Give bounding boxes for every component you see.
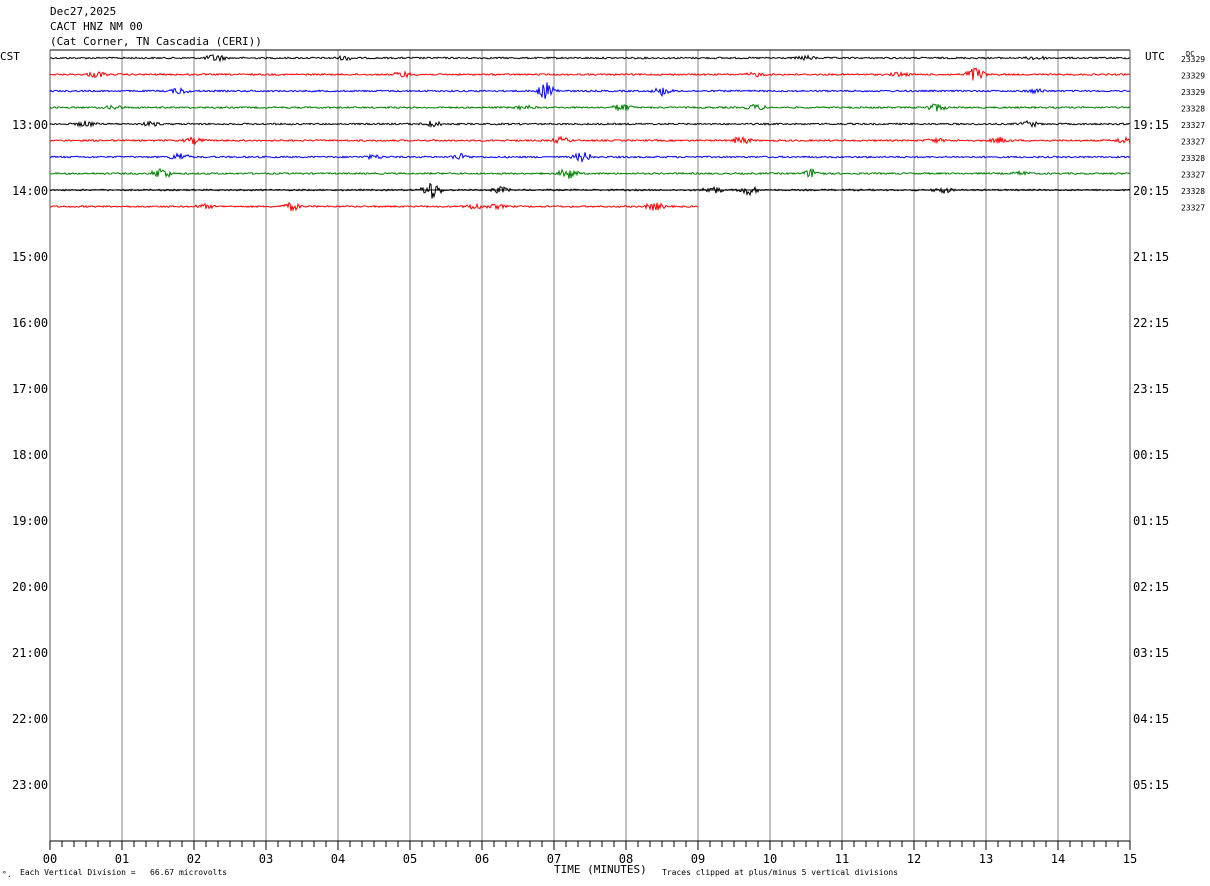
x-axis-title: TIME (MINUTES) [554, 863, 647, 876]
dc-offset-label-9: 23327 [1181, 204, 1205, 213]
vertical-division-note: Each Vertical Division = 66.67 microvolt… [20, 868, 228, 877]
x-tick-label: 05 [403, 852, 417, 866]
left-hour-label: 21:00 [12, 646, 48, 660]
trace-row-4 [49, 119, 1131, 129]
right-hour-label: 00:15 [1133, 448, 1169, 462]
x-tick-label: 11 [835, 852, 849, 866]
trace-row-7 [49, 167, 1131, 179]
left-hour-label: 17:00 [12, 382, 48, 396]
x-tick-label: 10 [763, 852, 777, 866]
right-hour-label: 22:15 [1133, 316, 1169, 330]
left-hour-label: 19:00 [12, 514, 48, 528]
corner-mark: °. [2, 870, 12, 879]
x-tick-label: 03 [259, 852, 273, 866]
left-hour-label: 14:00 [12, 184, 48, 198]
left-hour-label: 22:00 [12, 712, 48, 726]
trace-row-2 [49, 82, 1131, 99]
right-hour-label: 23:15 [1133, 382, 1169, 396]
trace-row-9 [49, 201, 699, 212]
right-hour-label: 03:15 [1133, 646, 1169, 660]
dc-offset-label-7: 23327 [1181, 171, 1205, 180]
dc-offset-label-8: 23328 [1181, 187, 1205, 196]
trace-row-0 [49, 54, 1131, 63]
dc-offset-label-4: 23327 [1181, 121, 1205, 130]
x-tick-label: 13 [979, 852, 993, 866]
right-hour-label: 05:15 [1133, 778, 1169, 792]
left-hour-label: 20:00 [12, 580, 48, 594]
dc-offset-label-2: 23329 [1181, 88, 1205, 97]
right-hour-label: 02:15 [1133, 580, 1169, 594]
x-tick-label: 01 [115, 852, 129, 866]
right-hour-label: 21:15 [1133, 250, 1169, 264]
x-tick-label: 15 [1123, 852, 1137, 866]
trace-row-5 [49, 135, 1131, 146]
x-tick-label: 12 [907, 852, 921, 866]
dc-offset-label-3: 23328 [1181, 105, 1205, 114]
left-hour-label: 16:00 [12, 316, 48, 330]
x-tick-label: 14 [1051, 852, 1065, 866]
x-tick-label: 06 [475, 852, 489, 866]
helicorder-plot: 23329 23329 23329 23328 23327 23327 23328 23327… [12, 49, 1205, 866]
left-hour-label: 23:00 [12, 778, 48, 792]
trace-row-3 [49, 103, 1131, 112]
left-hour-label: 18:00 [12, 448, 48, 462]
left-hour-label: 13:00 [12, 118, 48, 132]
x-tick-label: 00 [43, 852, 57, 866]
right-hour-label: 20:15 [1133, 184, 1169, 198]
clip-note: Traces clipped at plus/minus 5 vertical … [662, 868, 899, 877]
trace-row-6 [49, 152, 1131, 164]
dc-offset-label-1: 23329 [1181, 72, 1205, 81]
right-hour-label: 04:15 [1133, 712, 1169, 726]
trace-row-1 [49, 67, 1131, 81]
left-hour-label: 15:00 [12, 250, 48, 264]
x-tick-label: 02 [187, 852, 201, 866]
dc-offset-label-6: 23328 [1181, 154, 1205, 163]
x-tick-label: 09 [691, 852, 705, 866]
trace-row-8 [49, 182, 1130, 199]
dc-offset-label-0: 23329 [1181, 55, 1205, 64]
right-hour-label: 19:15 [1133, 118, 1169, 132]
dc-offset-label-5: 23327 [1181, 138, 1205, 147]
right-hour-label: 01:15 [1133, 514, 1169, 528]
x-tick-label: 04 [331, 852, 345, 866]
